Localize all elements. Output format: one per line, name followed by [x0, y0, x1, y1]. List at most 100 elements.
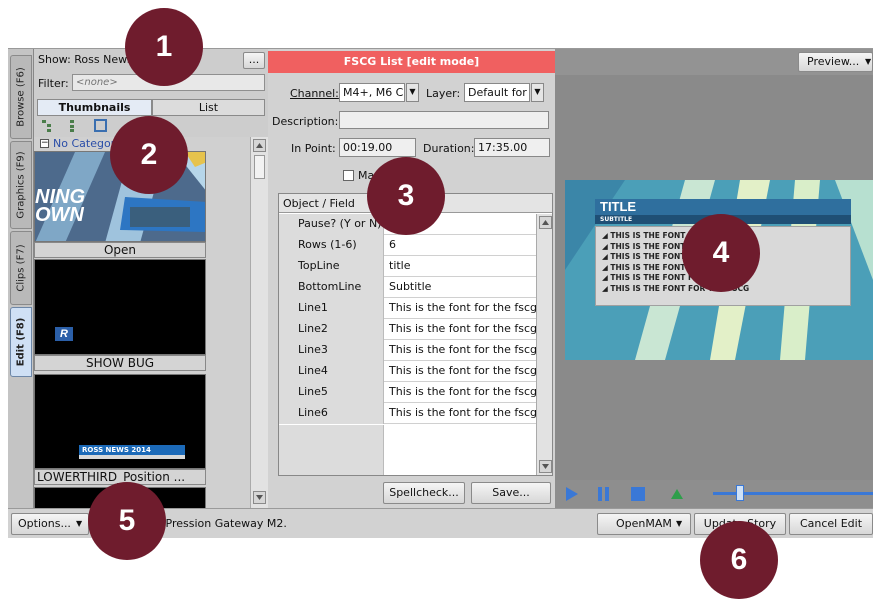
preview-button-label: Preview... [807, 55, 860, 68]
preview-button[interactable]: Preview... ▼ [798, 52, 873, 72]
options-button-label: Options... [18, 517, 71, 530]
preview-toolbar: Preview... ▼ [555, 49, 873, 75]
thumbnail-lowerthird[interactable]: ROSS NEWS 2014 [34, 374, 206, 469]
take-icon[interactable] [671, 489, 683, 499]
stop-icon[interactable] [631, 487, 645, 501]
field-value[interactable]: This is the font for the fscg [385, 382, 536, 403]
tab-edit-label: Edit (F8) [15, 317, 27, 367]
manual-checkbox[interactable] [343, 170, 354, 181]
grid-scroll-up-icon[interactable] [539, 216, 552, 229]
tab-browse[interactable]: Browse (F6) [10, 55, 32, 139]
tab-edit[interactable]: Edit (F8) [10, 307, 32, 377]
openmam-button-label: OpenMAM [616, 517, 672, 530]
thumbnail-show-bug[interactable]: R [34, 259, 206, 355]
grid-scrollbar[interactable] [536, 214, 552, 475]
duration-field[interactable]: 17:35.00 [474, 138, 550, 157]
cancel-edit-button[interactable]: Cancel Edit [789, 513, 873, 535]
filter-label: Filter: [38, 77, 69, 90]
show-label: Show: Ross News [38, 53, 133, 66]
field-name: Line2 [279, 319, 384, 340]
callout-5: 5 [88, 482, 166, 560]
field-name: Pause? (Y or N) [279, 214, 384, 235]
field-value[interactable]: This is the font for the fscg [385, 403, 536, 424]
grid-header-label: Object / Field [283, 197, 355, 210]
field-name: Line3 [279, 340, 384, 361]
table-row[interactable]: Line6 This is the font for the fscg [279, 403, 536, 424]
channel-label: Channel: [290, 87, 339, 100]
description-label: Description: [272, 115, 339, 128]
tree-icon[interactable] [42, 120, 52, 132]
table-row[interactable]: Line3 This is the font for the fscg [279, 340, 536, 361]
bug-logo-icon: R [55, 327, 73, 341]
field-name: BottomLine [279, 277, 384, 298]
table-row[interactable]: Rows (1-6) 6 [279, 235, 536, 256]
openmam-dropdown-icon: ▼ [676, 519, 683, 528]
channel-dropdown-icon[interactable]: ▼ [406, 83, 419, 102]
table-row[interactable]: Line4 This is the font for the fscg [279, 361, 536, 382]
tab-browse-label: Browse (F6) [15, 67, 27, 127]
tab-clips[interactable]: Clips (F7) [10, 231, 32, 305]
field-value[interactable]: title [385, 256, 536, 277]
show-browse-button[interactable]: ... [243, 52, 265, 69]
transport-bar [555, 480, 873, 508]
thumbnail-scrollbar[interactable] [250, 137, 268, 508]
field-name: Line5 [279, 382, 384, 403]
table-row[interactable]: Line2 This is the font for the fscg [279, 319, 536, 340]
field-name: Line1 [279, 298, 384, 319]
tab-graphics-label: Graphics (F9) [15, 151, 27, 219]
layer-dropdown-icon[interactable]: ▼ [531, 83, 544, 102]
tab-graphics[interactable]: Graphics (F9) [10, 141, 32, 229]
play-icon[interactable] [565, 486, 579, 502]
channel-select[interactable]: M4+, M6 Cl [339, 83, 405, 102]
grid-empty-column [279, 425, 384, 475]
field-value[interactable]: This is the font for the fscg [385, 319, 536, 340]
open-art-text-2: OWN [35, 204, 84, 226]
description-input[interactable] [339, 111, 549, 129]
field-value[interactable]: This is the font for the fscg [385, 298, 536, 319]
graphic-title: TITLE [595, 199, 851, 215]
preview-dropdown-icon: ▼ [865, 57, 872, 66]
field-value[interactable]: 6 [385, 235, 536, 256]
grid-scroll-down-icon[interactable] [539, 460, 552, 473]
callout-6: 6 [700, 521, 778, 599]
openmam-button[interactable]: OpenMAM ▼ [597, 513, 691, 535]
pause-icon[interactable] [597, 486, 611, 502]
field-name: TopLine [279, 256, 384, 277]
view-frame-icon[interactable] [94, 119, 107, 132]
thumbnail-label: Open [34, 242, 206, 258]
table-row[interactable]: Line5 This is the font for the fscg [279, 382, 536, 403]
duration-label: Duration: [423, 142, 475, 155]
field-name: Line4 [279, 361, 384, 382]
collapse-icon[interactable] [68, 120, 76, 132]
table-row[interactable]: TopLine title [279, 256, 536, 277]
layer-select[interactable]: Default for [464, 83, 530, 102]
field-name: Rows (1-6) [279, 235, 384, 256]
callout-3: 3 [367, 157, 445, 235]
field-name: Line6 [279, 403, 384, 424]
scroll-thumb[interactable] [254, 155, 265, 179]
collapse-toggle-icon[interactable]: − [40, 139, 49, 148]
status-text: XPression Gateway M2. [158, 517, 287, 530]
table-row[interactable]: BottomLine Subtitle [279, 277, 536, 298]
fscg-title-bar: FSCG List [edit mode] [268, 51, 555, 73]
save-button[interactable]: Save... [471, 482, 551, 504]
in-point-field[interactable]: 00:19.00 [339, 138, 416, 157]
lowerthird-bar: ROSS NEWS 2014 [79, 445, 185, 455]
table-row[interactable]: Line1 This is the font for the fscg [279, 298, 536, 319]
slider-handle[interactable] [736, 485, 745, 501]
in-point-label: In Point: [291, 142, 336, 155]
field-value[interactable]: This is the font for the fscg [385, 340, 536, 361]
tab-list[interactable]: List [152, 99, 265, 116]
vertical-tab-strip: Browse (F6) Graphics (F9) Clips (F7) Edi… [8, 49, 34, 538]
field-value[interactable]: Subtitle [385, 277, 536, 298]
tab-thumbnails[interactable]: Thumbnails [37, 99, 152, 116]
options-button[interactable]: Options... ▼ [11, 513, 89, 535]
options-dropdown-icon: ▼ [76, 519, 83, 528]
scroll-down-icon[interactable] [253, 491, 266, 504]
layer-label: Layer: [426, 87, 461, 100]
spellcheck-button[interactable]: Spellcheck... [383, 482, 465, 504]
callout-2: 2 [110, 116, 188, 194]
callout-4: 4 [682, 214, 760, 292]
field-value[interactable]: This is the font for the fscg [385, 361, 536, 382]
scroll-up-icon[interactable] [253, 139, 266, 152]
